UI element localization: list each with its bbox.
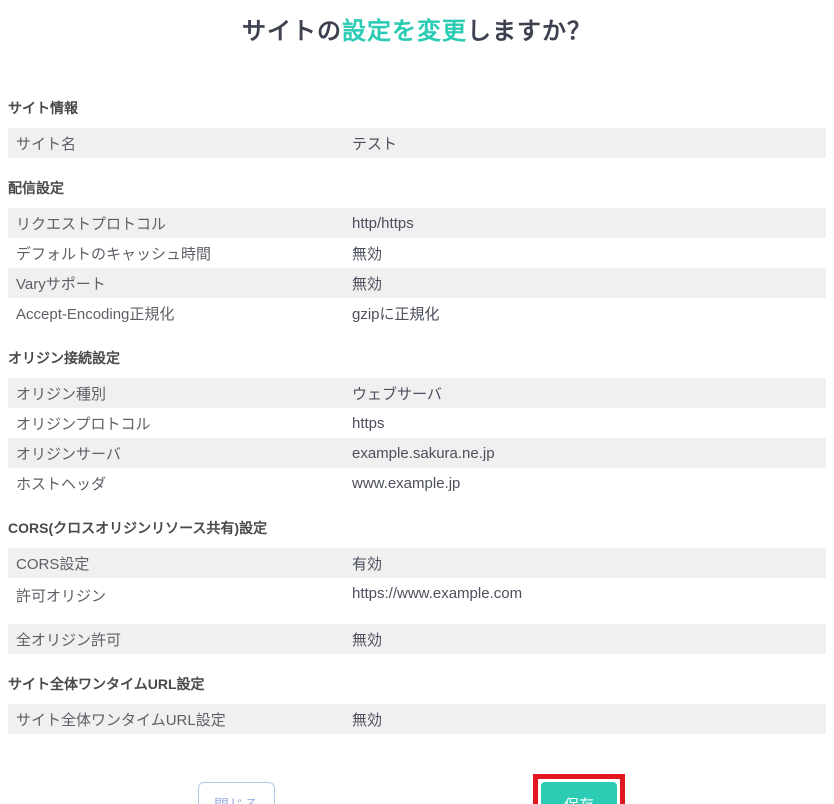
- row-value: https: [352, 415, 385, 432]
- row-value: 有効: [352, 553, 382, 574]
- row-label: Varyサポート: [8, 273, 352, 294]
- row-label: サイト名: [8, 133, 352, 154]
- row-label: デフォルトのキャッシュ時間: [8, 243, 352, 264]
- row-value: example.sakura.ne.jp: [352, 445, 495, 462]
- table-row: ホストヘッダ www.example.jp: [8, 468, 826, 498]
- row-label: Accept-Encoding正規化: [8, 303, 352, 324]
- row-value: www.example.jp: [352, 475, 460, 492]
- title-suffix: しますか？: [467, 18, 592, 45]
- row-label: サイト全体ワンタイムURL設定: [8, 709, 352, 730]
- row-value: テスト: [352, 133, 397, 154]
- page-title: サイトの設定を変更しますか？: [0, 11, 834, 46]
- row-label: オリジン種別: [8, 383, 352, 404]
- table-row: CORS設定 有効: [8, 548, 826, 578]
- row-label: ホストヘッダ: [8, 473, 352, 494]
- row-label: リクエストプロトコル: [8, 213, 352, 234]
- close-button[interactable]: 閉じる: [198, 782, 275, 804]
- section-heading: サイト情報: [8, 98, 826, 118]
- save-button[interactable]: 保存: [541, 782, 617, 804]
- section-delivery-settings: 配信設定 リクエストプロトコル http/https デフォルトのキャッシュ時間…: [8, 178, 826, 328]
- row-label: 許可オリジン: [8, 578, 352, 606]
- section-site-info: サイト情報 サイト名 テスト: [8, 98, 826, 158]
- title-highlight: 設定を変更: [342, 18, 467, 45]
- row-label: オリジンプロトコル: [8, 413, 352, 434]
- row-value: ウェブサーバ: [352, 383, 442, 404]
- row-value: 無効: [352, 709, 382, 730]
- section-heading: CORS(クロスオリジンリソース共有)設定: [8, 518, 826, 538]
- table-row: Varyサポート 無効: [8, 268, 826, 298]
- row-label: CORS設定: [8, 553, 352, 574]
- table-row: オリジン種別 ウェブサーバ: [8, 378, 826, 408]
- annotation-highlight-box: 保存: [533, 774, 625, 804]
- table-row: オリジンサーバ example.sakura.ne.jp: [8, 438, 826, 468]
- section-origin-connection: オリジン接続設定 オリジン種別 ウェブサーバ オリジンプロトコル https オ…: [8, 348, 826, 498]
- section-cors: CORS(クロスオリジンリソース共有)設定 CORS設定 有効 許可オリジン h…: [8, 518, 826, 654]
- table-row: Accept-Encoding正規化 gzipに正規化: [8, 298, 826, 328]
- dialog-actions: 閉じる 保存: [8, 774, 826, 804]
- section-heading: 配信設定: [8, 178, 826, 198]
- row-value: http/https: [352, 215, 414, 232]
- title-prefix: サイトの: [242, 18, 342, 45]
- table-row: デフォルトのキャッシュ時間 無効: [8, 238, 826, 268]
- row-value: gzipに正規化: [352, 303, 440, 324]
- table-row: サイト全体ワンタイムURL設定 無効: [8, 704, 826, 734]
- table-row: 全オリジン許可 無効: [8, 624, 826, 654]
- table-row: リクエストプロトコル http/https: [8, 208, 826, 238]
- section-heading: オリジン接続設定: [8, 348, 826, 368]
- table-row: 許可オリジン https://www.example.com: [8, 578, 826, 624]
- settings-confirm-dialog: サイトの設定を変更しますか？ サイト情報 サイト名 テスト 配信設定 リクエスト…: [0, 11, 834, 804]
- table-row: オリジンプロトコル https: [8, 408, 826, 438]
- row-value: 無効: [352, 629, 382, 650]
- row-value: 無効: [352, 273, 382, 294]
- settings-summary: サイト情報 サイト名 テスト 配信設定 リクエストプロトコル http/http…: [0, 98, 834, 804]
- row-value: 無効: [352, 243, 382, 264]
- table-row: サイト名 テスト: [8, 128, 826, 158]
- row-label: 全オリジン許可: [8, 629, 352, 650]
- row-value: https://www.example.com: [352, 578, 522, 602]
- section-onetime-url: サイト全体ワンタイムURL設定 サイト全体ワンタイムURL設定 無効: [8, 674, 826, 734]
- section-heading: サイト全体ワンタイムURL設定: [8, 674, 826, 694]
- row-label: オリジンサーバ: [8, 443, 352, 464]
